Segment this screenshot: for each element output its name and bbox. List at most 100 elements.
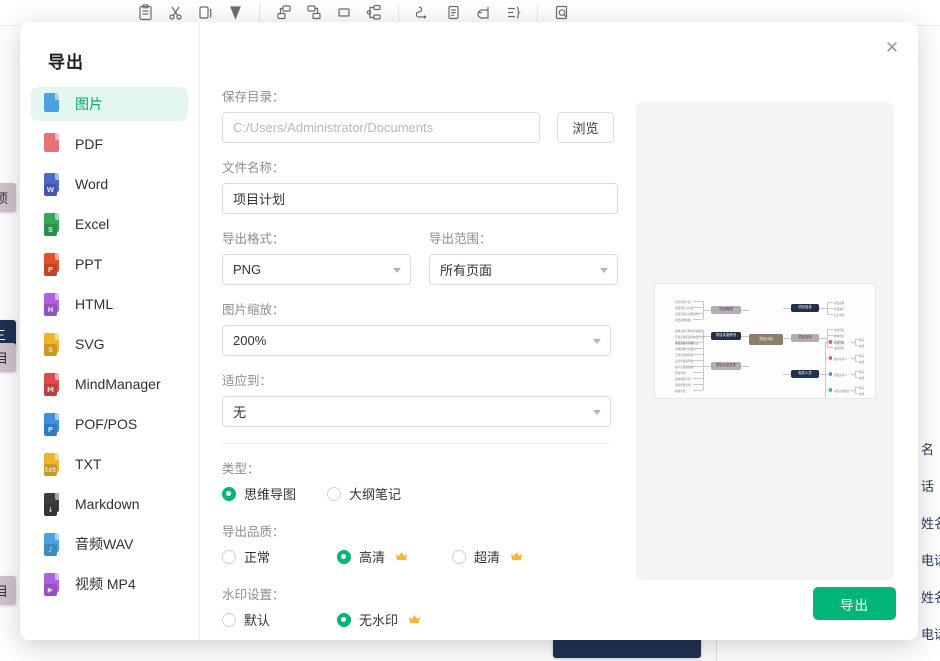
export-range-select[interactable]: 所有页面 (429, 254, 618, 285)
mindmap-leaf: 项目小组成员 (834, 389, 850, 393)
mindmap-leaf: 风险管理计划 (675, 383, 691, 387)
mindmap-leaf: 项目目标与价值 (675, 306, 694, 310)
pdf-file-icon (44, 132, 63, 156)
sidebar-item-svg[interactable]: S SVG (31, 327, 188, 361)
mindmap-leaf: 姓名 (859, 338, 865, 342)
dialog-body: 保存目录： C:/Users/Administrator/Documents 浏… (200, 22, 918, 640)
mindmap-connector (855, 361, 858, 362)
mindmap-connector (703, 301, 704, 319)
radio-button[interactable] (222, 549, 236, 564)
mindmap-leaf: 项目立项申请书 (675, 341, 694, 345)
excel-file-icon: S (44, 212, 63, 236)
mindmap-leaf: 电话 (859, 376, 865, 380)
save-directory-input[interactable]: C:/Users/Administrator/Documents (222, 112, 540, 143)
mindmap-leaf: 电话 (859, 392, 865, 396)
radio-button[interactable] (337, 612, 351, 627)
quality-option-0[interactable]: 正常 (222, 547, 337, 566)
word-file-icon: W (44, 172, 63, 196)
html-file-icon: H (44, 292, 63, 316)
quality-radio-group: 正常 高清 超清 (222, 547, 618, 566)
mindmap-connector (693, 348, 703, 349)
format-range-row: 导出格式： PNG 导出范围： 所有页面 (222, 228, 618, 285)
mindmap-leaf: 项目经理 (834, 341, 845, 345)
sidebar-item-excel[interactable]: S Excel (31, 207, 188, 241)
mindmap-connector (693, 384, 703, 385)
mindmap-person-dot (829, 388, 833, 392)
option-label: 无水印 (359, 613, 399, 628)
save-directory-label: 保存目录： (222, 90, 285, 104)
sidebar-item-ppt[interactable]: P PPT (31, 247, 188, 281)
sidebar-item-label: MindManager (75, 376, 161, 392)
mindmap-connector (703, 310, 711, 311)
option-label: 高清 (359, 550, 386, 565)
browse-button[interactable]: 浏览 (557, 112, 614, 143)
quality-option-1[interactable]: 高清 (337, 547, 452, 566)
export-range-value: 所有页面 (440, 263, 493, 278)
sidebar-item-html[interactable]: H HTML (31, 287, 188, 321)
sidebar-item-label: Markdown (75, 496, 140, 512)
mindmap-leaf: 交付目标 (834, 328, 845, 332)
image-scale-select[interactable]: 200% (222, 325, 611, 356)
image-scale-value: 200% (233, 333, 267, 348)
sidebar-item-wav[interactable]: ♪ 音频WAV (31, 527, 188, 561)
mindmap-connector (703, 342, 704, 390)
radio-button[interactable] (222, 612, 236, 627)
fit-to-value: 无 (233, 405, 247, 420)
radio-button[interactable] (327, 486, 341, 501)
file-name-input[interactable]: 项目计划 (222, 183, 618, 214)
mindmap-connector (693, 354, 703, 355)
mindmap-node: 相关人员 (791, 370, 819, 378)
mindmap-connector (693, 319, 703, 320)
watermark-option-0[interactable]: 默认 (222, 610, 337, 629)
mindmap-connector (693, 378, 703, 379)
sidebar-item-pdf[interactable]: PDF (31, 127, 188, 161)
sidebar-item-mp4[interactable]: ▶ 视频 MP4 (31, 567, 188, 601)
sidebar-item-word[interactable]: W Word (31, 167, 188, 201)
fit-to-select[interactable]: 无 (222, 396, 611, 427)
export-settings-form: 保存目录： C:/Users/Administrator/Documents 浏… (200, 86, 618, 640)
quality-option-2[interactable]: 超清 (452, 547, 567, 566)
type-row: 类型： 思维导图 大纲笔记 (222, 458, 618, 503)
option-label: 思维导图 (244, 487, 297, 502)
mindmap-connector (783, 374, 791, 375)
preview-surface: 项目计划 项目概述 业务背景介绍 项目目标与价值 项目范围与边界说明 项目总体思路 项目实施… (636, 102, 894, 580)
mindmap-node: 项目信息 (791, 304, 819, 312)
chevron-down-icon (593, 338, 601, 344)
radio-button[interactable] (452, 549, 466, 564)
export-format-select[interactable]: PNG (222, 254, 411, 285)
fit-to-label: 适应到： (222, 374, 273, 388)
mindmap-connector (693, 307, 703, 308)
sidebar-item-mindmanager[interactable]: M MindManager (31, 367, 188, 401)
mindmap-leaf: 技术实现路线图 (675, 365, 694, 369)
mindmap-connector (827, 302, 833, 303)
option-label: 默认 (244, 613, 271, 628)
sidebar-item-pofpos[interactable]: P POF/POS (31, 407, 188, 441)
pof-pos-file-icon: P (44, 412, 63, 436)
sidebar-item-txt[interactable]: txt TXT (31, 447, 188, 481)
watermark-option-1[interactable]: 无水印 (337, 610, 467, 629)
toolbar-divider (537, 3, 538, 22)
mindmap-leaf: 姓名 (859, 370, 865, 374)
mindmap-node: 项目概述 (711, 306, 741, 314)
image-file-icon (44, 92, 63, 116)
sidebar-item-label: PPT (75, 256, 103, 272)
mindmap-leaf: 工作计划说明书 (675, 353, 694, 357)
option-label: 正常 (244, 550, 271, 565)
type-label: 类型： (222, 462, 260, 476)
sidebar-item-markdown[interactable]: ↓ Markdown (31, 487, 188, 521)
background-node: 目 (0, 576, 16, 605)
toolbar-divider (259, 3, 260, 22)
type-option-1[interactable]: 大纲笔记 (327, 484, 447, 503)
mindmap-node: 项目目标 (791, 334, 819, 342)
sidebar-item-label: TXT (75, 456, 102, 472)
export-button[interactable]: 导出 (813, 587, 896, 620)
mindmap-connector (827, 329, 828, 347)
radio-button[interactable] (222, 486, 236, 501)
format-list: 图片 PDF W Word S Excel P PPT H HTML S SVG M MindManage… (20, 87, 199, 607)
section-divider (222, 443, 611, 444)
type-option-0[interactable]: 思维导图 (222, 484, 327, 503)
background-text: 姓名 (921, 516, 940, 531)
background-node: 项 (0, 183, 16, 212)
sidebar-item-[interactable]: 图片 (31, 87, 188, 121)
radio-button[interactable] (337, 549, 351, 564)
